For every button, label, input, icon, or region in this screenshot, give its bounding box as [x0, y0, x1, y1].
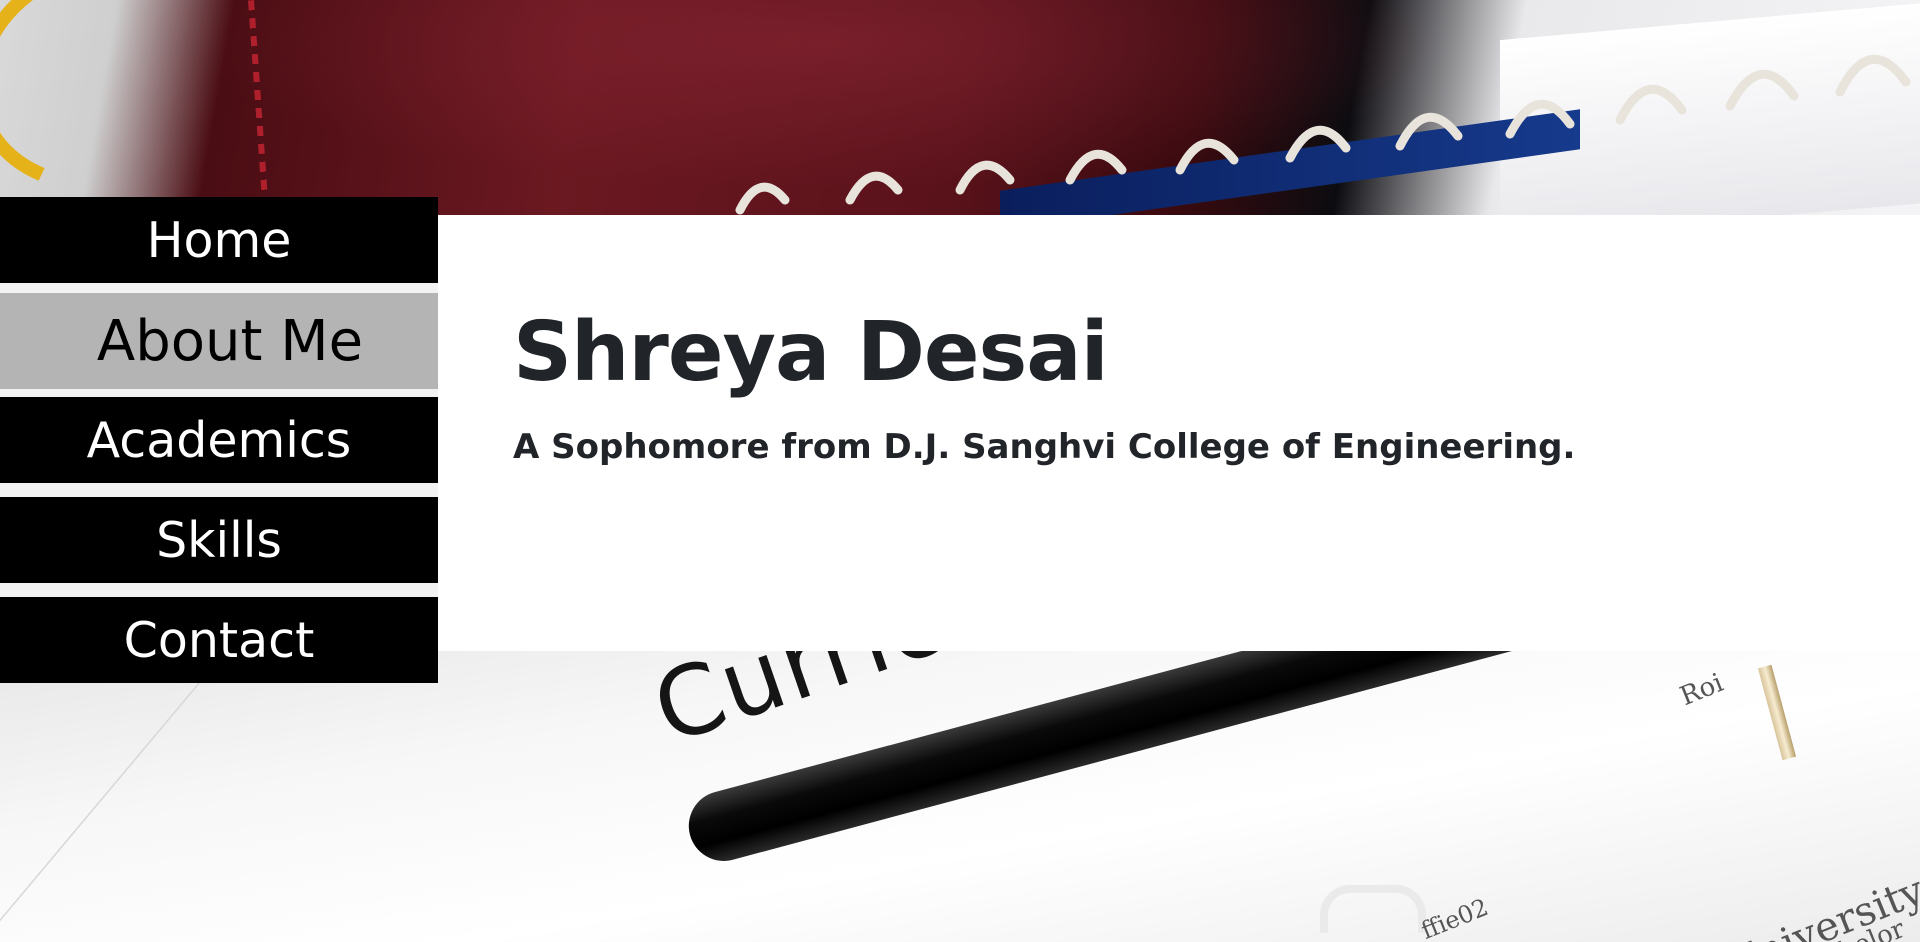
spiral-rings [735, 54, 1911, 215]
about-card: Shreya Desai A Sophomore from D.J. Sangh… [438, 215, 1920, 651]
nav-item-label: Academics [86, 411, 352, 469]
nav-item-label: Home [146, 211, 292, 269]
nav-item-about-me[interactable]: About Me [0, 293, 460, 389]
nav-item-label: Skills [156, 511, 282, 569]
pen-clip [1320, 885, 1426, 933]
nav-item-label: Contact [123, 611, 315, 669]
profile-name: Shreya Desai [513, 305, 1109, 400]
side-nav: Home About Me Academics Skills Contact [0, 0, 460, 942]
nav-item-home[interactable]: Home [0, 197, 438, 283]
page: Curric Roi University Bachelor ffie02 Ho… [0, 0, 1920, 942]
nav-item-contact[interactable]: Contact [0, 597, 438, 683]
profile-tagline: A Sophomore from D.J. Sanghvi College of… [513, 427, 1576, 467]
nav-item-skills[interactable]: Skills [0, 497, 438, 583]
nav-item-academics[interactable]: Academics [0, 397, 438, 483]
nav-item-label: About Me [96, 308, 364, 374]
